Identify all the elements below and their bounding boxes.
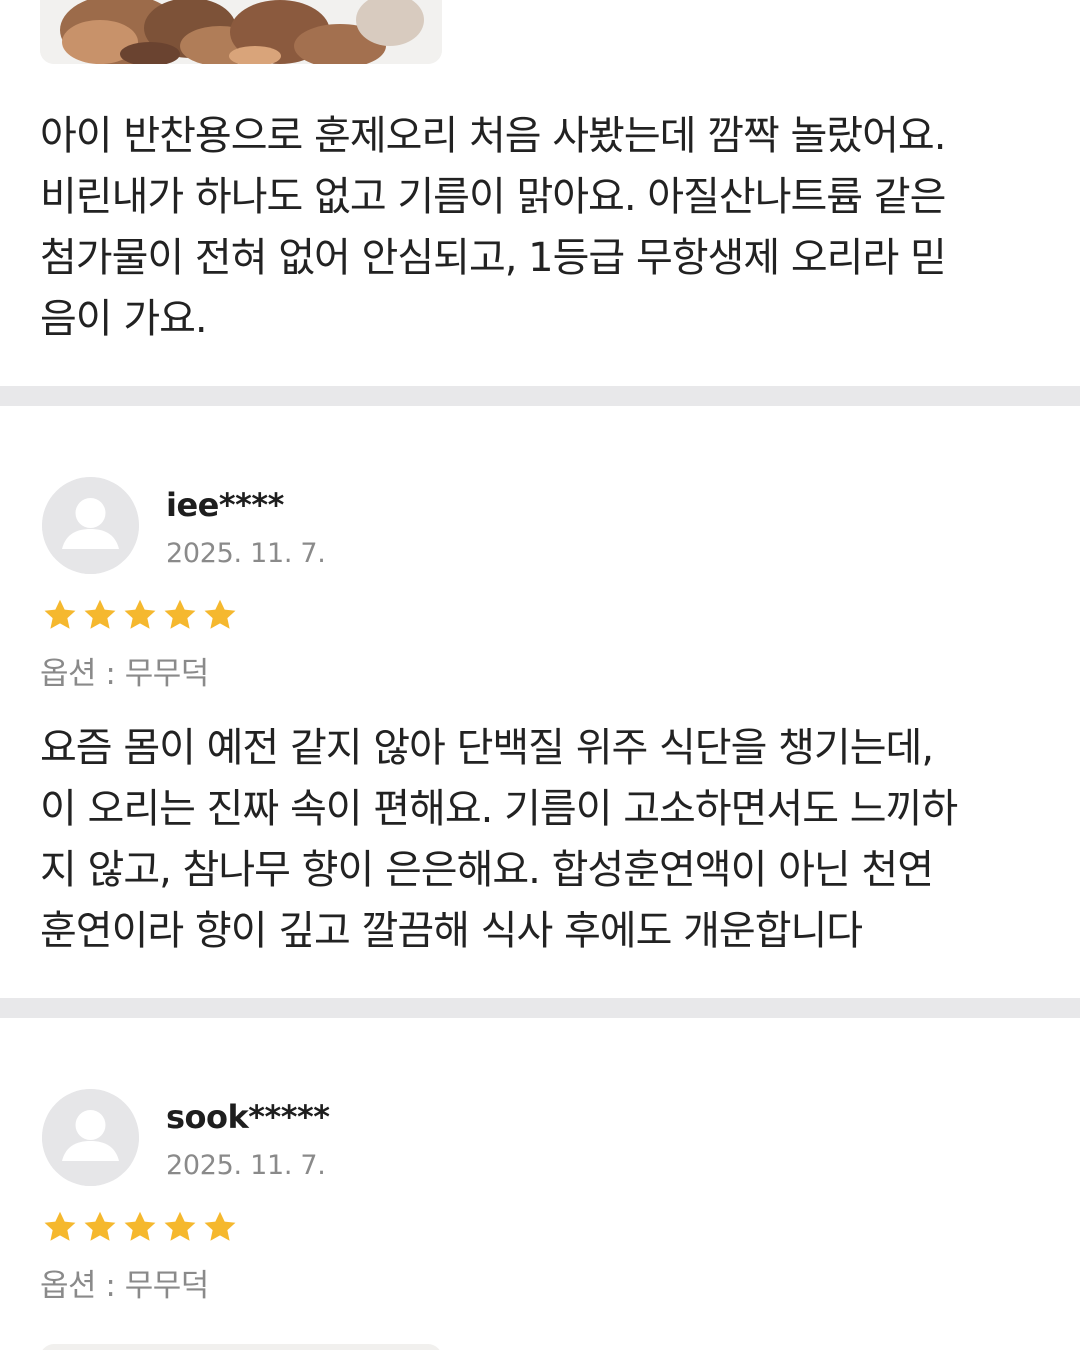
user-avatar-icon bbox=[42, 477, 139, 574]
star-icon bbox=[44, 1211, 76, 1241]
star-rating bbox=[42, 597, 238, 635]
review-body: 요즘 몸이 예전 같지 않아 단백질 위주 식단을 챙기는데, 이 오리는 진짜… bbox=[40, 725, 958, 954]
star-icon bbox=[124, 1211, 156, 1241]
star-icon bbox=[164, 1211, 196, 1241]
review-divider bbox=[0, 998, 1080, 1018]
review-list: 아이 반찬용으로 훈제오리 처음 사봤는데 깜짝 놀랐어요. 비린내가 하나도 … bbox=[0, 0, 1080, 1350]
star-icon bbox=[84, 1211, 116, 1241]
review-date: 2025. 11. 7. bbox=[166, 1150, 326, 1181]
purchase-option: 옵션 : 무무덕 bbox=[40, 656, 209, 692]
star-icon bbox=[204, 599, 236, 629]
star-icon bbox=[44, 599, 76, 629]
review-photo[interactable] bbox=[40, 1344, 442, 1350]
star-icon bbox=[84, 599, 116, 629]
user-avatar-icon bbox=[42, 1089, 139, 1186]
star-icon bbox=[164, 599, 196, 629]
reviewer-username: sook***** bbox=[166, 1098, 330, 1136]
review-divider bbox=[0, 386, 1080, 406]
star-icon bbox=[124, 599, 156, 629]
review-body: 아이 반찬용으로 훈제오리 처음 사봤는데 깜짝 놀랐어요. 비린내가 하나도 … bbox=[40, 113, 947, 342]
star-rating bbox=[42, 1209, 238, 1247]
review-date: 2025. 11. 7. bbox=[166, 538, 326, 569]
reviewer-username: iee**** bbox=[166, 486, 284, 524]
purchase-option: 옵션 : 무무덕 bbox=[40, 1268, 209, 1304]
review-photo[interactable] bbox=[40, 0, 442, 64]
star-icon bbox=[204, 1211, 236, 1241]
